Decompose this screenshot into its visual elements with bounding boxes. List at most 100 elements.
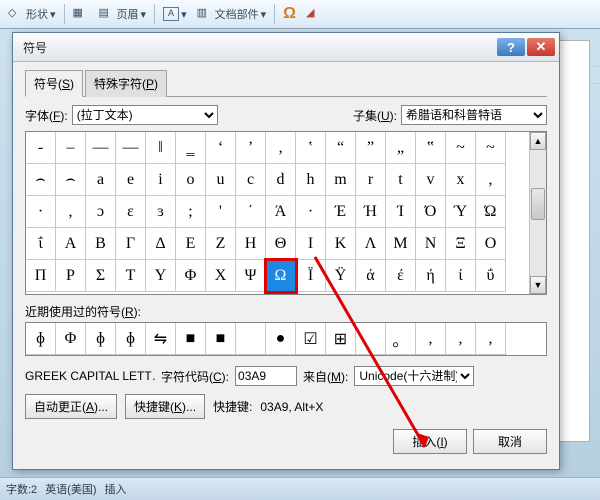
symbol-cell[interactable]: — (86, 132, 116, 164)
symbol-cell[interactable]: ‛ (296, 132, 326, 164)
symbol-cell[interactable]: ⌢ (26, 164, 56, 196)
symbol-cell[interactable]: Ώ (476, 196, 506, 228)
code-input[interactable] (235, 366, 297, 386)
symbol-cell[interactable]: Θ (266, 228, 296, 260)
symbol-cell[interactable]: ‖ (146, 132, 176, 164)
tab-symbols[interactable]: 符号(S) (25, 70, 83, 97)
symbol-cell[interactable]: ɛ (116, 196, 146, 228)
symbol-cell[interactable]: Β (86, 228, 116, 260)
symbol-cell[interactable]: Έ (326, 196, 356, 228)
scroll-thumb[interactable] (531, 188, 545, 220)
symbol-cell[interactable]: ΰ (476, 260, 506, 292)
symbol-cell[interactable]: Ξ (446, 228, 476, 260)
symbol-cell[interactable]: „ (386, 132, 416, 164)
symbol-cell[interactable]: Α (56, 228, 86, 260)
symbol-cell[interactable]: ά (356, 260, 386, 292)
recent-grid[interactable]: ɸΦɸɸ⇋■■●☑⊞、。,,, (25, 322, 547, 356)
symbol-cell[interactable]: Ϋ (326, 260, 356, 292)
recent-cell[interactable]: , (476, 323, 506, 355)
symbol-cell[interactable]: Τ (116, 260, 146, 292)
titlebar[interactable]: 符号 ? ✕ (13, 33, 559, 62)
symbol-cell[interactable]: ‗ (176, 132, 206, 164)
symbol-cell[interactable]: , (56, 196, 86, 228)
symbol-cell[interactable]: ή (416, 260, 446, 292)
symbol-cell[interactable]: Ρ (56, 260, 86, 292)
symbol-cell[interactable]: ΐ (26, 228, 56, 260)
symbol-cell[interactable]: ɜ (146, 196, 176, 228)
symbol-cell[interactable]: ~ (446, 132, 476, 164)
help-button[interactable]: ? (497, 38, 525, 56)
ribbon-pic[interactable]: ▦ (69, 4, 93, 24)
ribbon-symbol[interactable]: Ω (279, 3, 300, 25)
symbol-cell[interactable]: v (416, 164, 446, 196)
symbol-cell[interactable]: d (266, 164, 296, 196)
symbol-cell[interactable]: i (146, 164, 176, 196)
symbol-cell[interactable]: · (296, 196, 326, 228)
tab-special[interactable]: 特殊字符(P) (85, 70, 167, 97)
recent-cell[interactable]: ⊞ (326, 323, 356, 355)
symbol-cell[interactable]: “ (326, 132, 356, 164)
symbol-cell[interactable]: Ν (416, 228, 446, 260)
symbol-cell[interactable]: t (386, 164, 416, 196)
recent-cell[interactable]: ☑ (296, 323, 326, 355)
symbol-cell[interactable]: o (176, 164, 206, 196)
symbol-cell[interactable]: h (296, 164, 326, 196)
symbol-cell[interactable]: Σ (86, 260, 116, 292)
symbol-cell[interactable]: Ζ (206, 228, 236, 260)
symbol-cell[interactable]: ΄ (236, 196, 266, 228)
font-select[interactable]: (拉丁文本) (72, 105, 218, 125)
symbol-cell[interactable]: , (476, 164, 506, 196)
symbol-cell[interactable]: e (116, 164, 146, 196)
close-button[interactable]: ✕ (527, 38, 555, 56)
symbol-cell[interactable]: r (356, 164, 386, 196)
symbol-cell[interactable]: Η (236, 228, 266, 260)
recent-cell[interactable]: ⇋ (146, 323, 176, 355)
status-language[interactable]: 英语(美国) (45, 481, 96, 497)
symbol-cell[interactable]: ' (206, 196, 236, 228)
symbol-cell[interactable]: ‒ (56, 132, 86, 164)
symbol-cell[interactable]: ‚ (266, 132, 296, 164)
recent-cell[interactable]: ● (266, 323, 296, 355)
symbol-cell[interactable]: ‘ (206, 132, 236, 164)
symbol-cell[interactable]: Κ (326, 228, 356, 260)
symbol-cell[interactable]: u (206, 164, 236, 196)
symbol-cell[interactable]: ί (446, 260, 476, 292)
symbol-cell[interactable]: ; (176, 196, 206, 228)
symbol-cell[interactable]: Γ (116, 228, 146, 260)
symbol-cell[interactable]: ~ (476, 132, 506, 164)
scroll-track[interactable] (530, 150, 546, 276)
recent-cell[interactable] (236, 323, 266, 355)
symbol-cell[interactable]: Ό (416, 196, 446, 228)
symbol-cell[interactable]: ɔ (86, 196, 116, 228)
symbol-cell[interactable]: ’ (236, 132, 266, 164)
insert-button[interactable]: 插入(I) (393, 429, 467, 454)
ribbon-shape[interactable]: ◇形状▾ (4, 4, 60, 24)
scroll-down[interactable]: ▼ (530, 276, 546, 294)
status-insert[interactable]: 插入 (105, 481, 127, 497)
symbol-cell[interactable]: Λ (356, 228, 386, 260)
cancel-button[interactable]: 取消 (473, 429, 547, 454)
ribbon-textbox[interactable]: A▾ (159, 5, 191, 23)
symbol-cell[interactable]: Ϊ (296, 260, 326, 292)
recent-cell[interactable]: 。 (386, 323, 416, 355)
symbol-cell[interactable]: Ή (356, 196, 386, 228)
shortcut-button[interactable]: 快捷键(K)... (125, 394, 205, 419)
recent-cell[interactable]: , (446, 323, 476, 355)
symbol-cell[interactable]: ― (116, 132, 146, 164)
symbol-cell[interactable]: Δ (146, 228, 176, 260)
symbol-cell[interactable]: Χ (206, 260, 236, 292)
symbol-cell[interactable]: Ύ (446, 196, 476, 228)
symbol-cell[interactable]: Ί (386, 196, 416, 228)
symbol-cell[interactable]: Ο (476, 228, 506, 260)
grid-scrollbar[interactable]: ▲ ▼ (529, 132, 546, 294)
symbol-cell[interactable]: Π (26, 260, 56, 292)
symbol-cell[interactable]: a (86, 164, 116, 196)
symbol-cell[interactable]: Μ (386, 228, 416, 260)
symbol-grid[interactable]: ‐‒—―‖‗‘’‚‛“”„‟~~⌢⌢aeioucdhmrtvx,·,ɔɛɜ;'΄… (26, 132, 529, 294)
symbol-cell[interactable]: Υ (146, 260, 176, 292)
recent-cell[interactable]: , (416, 323, 446, 355)
recent-cell[interactable]: ■ (206, 323, 236, 355)
symbol-cell[interactable]: Φ (176, 260, 206, 292)
ribbon-more[interactable]: ◢ (302, 4, 326, 24)
symbol-cell[interactable]: ‐ (26, 132, 56, 164)
